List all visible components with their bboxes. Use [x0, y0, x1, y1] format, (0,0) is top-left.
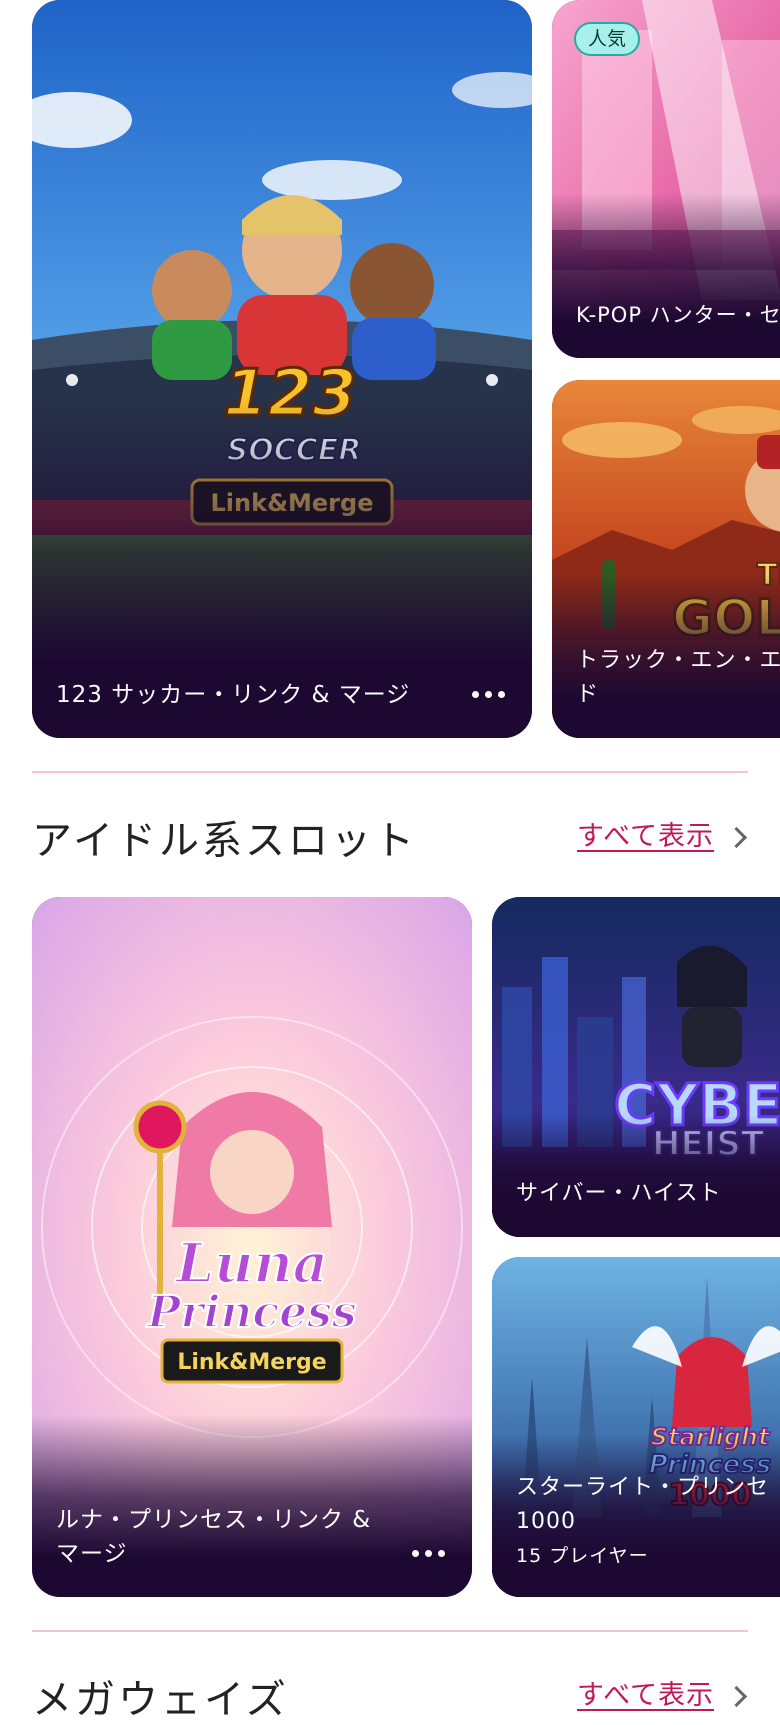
svg-text:Link&Merge: Link&Merge: [177, 1350, 326, 1375]
section-title-megaways: メガウェイズ: [32, 1677, 289, 1723]
game-title: トラック・エン・エ ド: [576, 648, 780, 707]
game-card-123-soccer[interactable]: 123 SOCCER Link&Merge 123 サッカー・リンク & マージ: [32, 0, 532, 738]
section-divider: [32, 1630, 748, 1632]
game-card-kpop-hunter[interactable]: 人気 K-POP ハンター・セ: [552, 0, 780, 358]
game-title: 123 サッカー・リンク & マージ: [56, 682, 411, 708]
popular-badge: 人気: [574, 22, 641, 56]
game-title-text: スターライト・プリンセ 1000: [516, 1475, 770, 1534]
section-divider: [32, 771, 748, 773]
chevron-right-icon[interactable]: [725, 826, 748, 849]
game-title: ルナ・プリンセス・リンク & マージ: [56, 1507, 372, 1567]
svg-text:Princess: Princess: [145, 1287, 356, 1338]
more-dots-icon[interactable]: [468, 688, 508, 700]
game-card-luna-princess[interactable]: Luna Princess Link&Merge ルナ・プリンセス・リンク & …: [32, 897, 472, 1597]
svg-text:Luna: Luna: [174, 1231, 327, 1295]
game-card-track-n-gold[interactable]: TRAC GOL トラック・エン・エ ド: [552, 380, 780, 738]
see-all-link[interactable]: すべて表示: [577, 814, 714, 853]
game-card-cyber-heist[interactable]: CYBER HEIST サイバー・ハイスト: [492, 897, 780, 1237]
player-count: 15 プレイヤー: [516, 1545, 649, 1567]
game-title: スターライト・プリンセ 1000 15 プレイヤー: [516, 1471, 780, 1571]
chevron-right-icon[interactable]: [725, 1685, 748, 1708]
game-title: サイバー・ハイスト: [516, 1181, 722, 1206]
more-dots-icon[interactable]: [408, 1547, 448, 1559]
game-card-starlight-princess-1000[interactable]: Starlight Princess 1000 スターライト・プリンセ 1000…: [492, 1257, 780, 1597]
game-title: K-POP ハンター・セ: [576, 303, 780, 327]
section-title-idol-slots: アイドル系スロット: [32, 818, 417, 864]
see-all-link[interactable]: すべて表示: [577, 1673, 714, 1712]
